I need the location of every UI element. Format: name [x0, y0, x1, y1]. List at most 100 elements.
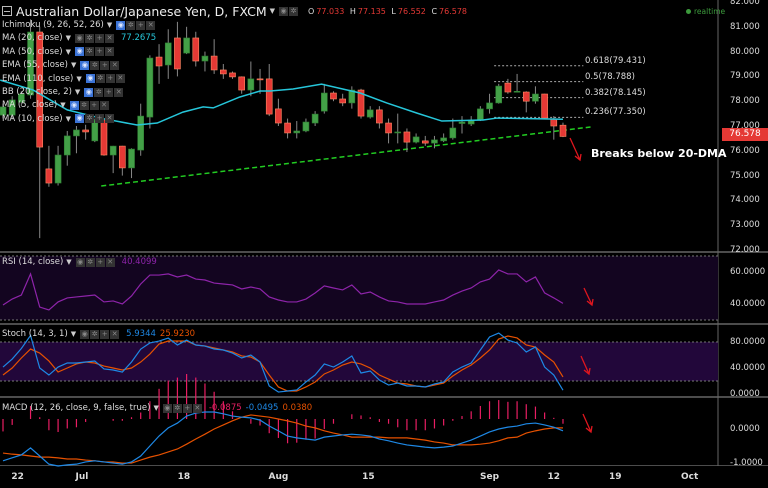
indicator-name[interactable]: MA (10, close) — [2, 114, 63, 124]
plus-icon[interactable]: + — [95, 114, 104, 124]
chevron-down-icon[interactable]: ▼ — [66, 258, 71, 266]
close-icon[interactable]: ✕ — [105, 47, 114, 57]
gear-icon[interactable]: ✲ — [126, 20, 136, 30]
realtime-status: realtime — [686, 7, 725, 16]
rsi-legend-name[interactable]: RSI (14, close) — [2, 257, 63, 267]
plus-icon[interactable]: + — [100, 329, 110, 339]
candle-up — [201, 55, 209, 62]
macd-pane[interactable] — [2, 374, 564, 467]
indicator-legend-row[interactable]: BB (20, close, 2) ▼ ◉ ✲ + ✕ — [2, 86, 124, 98]
indicator-name[interactable]: MA (5, close) — [2, 100, 57, 110]
chevron-down-icon[interactable]: ▼ — [60, 101, 65, 109]
close-icon[interactable]: ✕ — [110, 329, 120, 339]
stoch-legend-name[interactable]: Stoch (14, 3, 1) — [2, 329, 68, 339]
time-axis-tick: Oct — [681, 472, 699, 482]
indicator-name[interactable]: Ichimoku (9, 26, 52, 26) — [2, 20, 104, 30]
chevron-down-icon[interactable]: ▼ — [153, 404, 158, 412]
macd-legend-name[interactable]: MACD (12, 26, close, 9, false, true) — [2, 403, 150, 413]
gear-icon[interactable]: ✲ — [85, 47, 94, 57]
gear-icon[interactable]: ✲ — [85, 33, 94, 43]
eye-icon[interactable]: ◉ — [80, 329, 90, 339]
chevron-down-icon[interactable]: ▼ — [71, 330, 76, 338]
plus-icon[interactable]: + — [104, 87, 114, 97]
plus-icon[interactable]: + — [182, 403, 192, 413]
rsi-legend[interactable]: RSI (14, close) ▼ ◉ ✲ + ✕ 40.4099 — [2, 256, 157, 268]
gear-icon[interactable]: ✲ — [95, 74, 105, 84]
candle-down — [403, 131, 411, 143]
eye-icon[interactable]: ◉ — [162, 403, 172, 413]
eye-icon[interactable]: ◉ — [85, 74, 95, 84]
eye-icon[interactable]: ◉ — [75, 257, 85, 267]
candle-down — [330, 92, 337, 100]
gear-icon[interactable]: ✲ — [79, 100, 89, 110]
plus-icon[interactable]: + — [136, 20, 146, 30]
indicator-legend-row[interactable]: MA (10, close) ▼ ◉ ✲ + ✕ — [2, 113, 115, 125]
rsi-axis-tick: 40.0000 — [730, 299, 766, 309]
gear-icon[interactable]: ✲ — [85, 114, 94, 124]
chevron-down-icon[interactable]: ▼ — [270, 7, 275, 15]
close-icon[interactable]: ✕ — [110, 60, 120, 70]
chevron-down-icon[interactable]: ▼ — [71, 61, 76, 69]
price-axis-tick: 80.000 — [730, 46, 760, 57]
eye-icon[interactable]: ◉ — [80, 60, 90, 70]
candle-up — [532, 93, 539, 102]
indicator-name[interactable]: MA (20, close) — [2, 33, 63, 43]
close-icon[interactable]: ✕ — [105, 33, 114, 43]
indicator-name[interactable]: MA (50, close) — [2, 47, 63, 57]
gear-icon[interactable]: ✲ — [289, 6, 299, 16]
symbol-title[interactable]: Australian Dollar/Japanese Yen, D, FXCM — [16, 4, 267, 19]
eye-icon[interactable]: ◉ — [75, 47, 84, 57]
close-icon[interactable]: ✕ — [99, 100, 109, 110]
time-axis-tick: Jul — [75, 472, 89, 482]
close-icon[interactable]: ✕ — [114, 87, 124, 97]
gear-icon[interactable]: ✲ — [85, 257, 95, 267]
indicator-name[interactable]: BB (20, close, 2) — [2, 87, 72, 97]
indicator-legend-row[interactable]: Ichimoku (9, 26, 52, 26) ▼ ◉ ✲ + ✕ — [2, 19, 156, 31]
chevron-down-icon[interactable]: ▼ — [75, 88, 80, 96]
plus-icon[interactable]: + — [95, 257, 105, 267]
plus-icon[interactable]: + — [100, 60, 110, 70]
chevron-down-icon[interactable]: ▼ — [66, 48, 71, 56]
chevron-down-icon[interactable]: ▼ — [107, 21, 112, 29]
candle-down — [550, 118, 558, 127]
gear-icon[interactable]: ✲ — [172, 403, 182, 413]
macd-legend[interactable]: MACD (12, 26, close, 9, false, true) ▼ ◉ ✲… — [2, 402, 312, 414]
close-icon[interactable]: ✕ — [105, 257, 115, 267]
chevron-down-icon[interactable]: ▼ — [76, 75, 81, 83]
eye-icon[interactable]: ◉ — [75, 33, 84, 43]
close-icon[interactable]: ✕ — [146, 20, 156, 30]
chevron-down-icon[interactable]: ▼ — [66, 115, 71, 123]
candle-up — [320, 92, 328, 112]
indicator-legend-row[interactable]: EMA (55, close) ▼ ◉ ✲ + ✕ — [2, 59, 120, 71]
chevron-down-icon[interactable]: ▼ — [66, 34, 71, 42]
indicator-name[interactable]: EMA (110, close) — [2, 74, 73, 84]
indicator-legend-row[interactable]: MA (50, close) ▼ ◉ ✲ + ✕ — [2, 46, 115, 58]
gear-icon[interactable]: ✲ — [90, 329, 100, 339]
plus-icon[interactable]: + — [89, 100, 99, 110]
eye-icon[interactable]: ◉ — [69, 100, 79, 110]
candle-up — [513, 90, 521, 93]
price-axis-tick: 76.000 — [730, 145, 760, 156]
collapse-icon[interactable] — [2, 6, 12, 16]
eye-icon[interactable]: ◉ — [75, 114, 84, 124]
eye-icon[interactable]: ◉ — [116, 20, 126, 30]
indicator-legend-row[interactable]: MA (5, close) ▼ ◉ ✲ + ✕ — [2, 99, 110, 111]
indicator-legend-row[interactable]: MA (20, close) ▼ ◉ ✲ + ✕ 77.2675 — [2, 32, 156, 44]
plus-icon[interactable]: + — [95, 47, 104, 57]
stoch-legend[interactable]: Stoch (14, 3, 1) ▼ ◉ ✲ + ✕ 5.9344 25.9230 — [2, 328, 195, 340]
close-icon[interactable]: ✕ — [115, 74, 125, 84]
gear-icon[interactable]: ✲ — [90, 60, 100, 70]
eye-icon[interactable]: ◉ — [84, 87, 94, 97]
candle-up — [293, 130, 301, 134]
plus-icon[interactable]: + — [105, 74, 115, 84]
plus-icon[interactable]: + — [95, 33, 104, 43]
eye-icon[interactable]: ◉ — [279, 6, 289, 16]
close-icon[interactable]: ✕ — [192, 403, 202, 413]
macd-line-value: -0.0495 — [245, 403, 279, 413]
gear-icon[interactable]: ✲ — [94, 87, 104, 97]
time-axis-tick: 19 — [609, 472, 622, 482]
last-price-tag: 76.578 — [722, 128, 768, 141]
close-icon[interactable]: ✕ — [105, 114, 114, 124]
indicator-name[interactable]: EMA (55, close) — [2, 60, 68, 70]
indicator-legend-row[interactable]: EMA (110, close) ▼ ◉ ✲ + ✕ — [2, 73, 126, 85]
